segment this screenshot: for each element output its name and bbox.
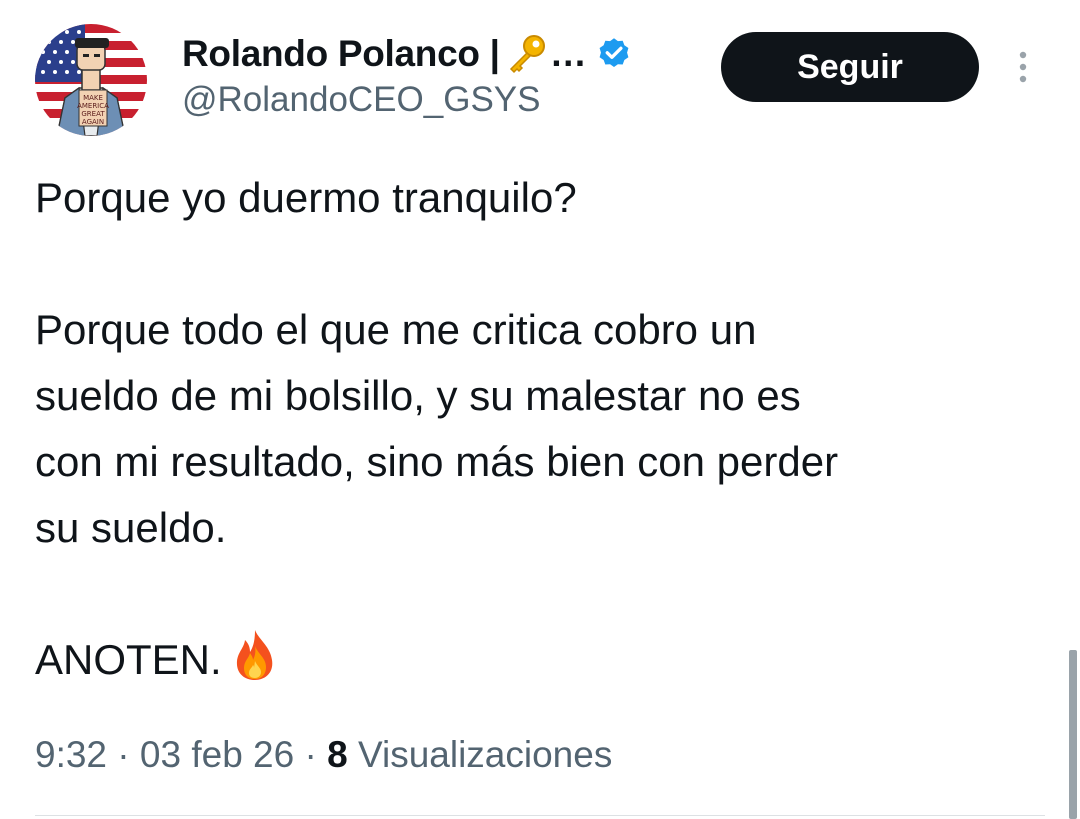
tweet-line: sueldo de mi bolsillo, y su malestar no … <box>35 372 801 419</box>
divider <box>35 815 1045 816</box>
avatar-text-make: MAKE <box>83 94 103 102</box>
follow-button[interactable]: Seguir <box>722 33 978 101</box>
tweet-date[interactable]: 03 feb 26 <box>140 734 294 775</box>
avatar-image: MAKE AMERICA GREAT AGAIN <box>35 24 147 136</box>
tweet-line-final: ANOTEN. <box>35 627 1055 693</box>
scrollbar-thumb[interactable] <box>1069 650 1077 819</box>
views-label[interactable]: Visualizaciones <box>348 734 612 775</box>
avatar-text-great: GREAT <box>81 110 105 118</box>
avatar-text-again: AGAIN <box>82 118 104 126</box>
more-options-icon[interactable] <box>1012 50 1034 86</box>
key-icon <box>506 33 548 75</box>
author-handle[interactable]: @RolandoCEO_GSYS <box>182 80 540 120</box>
tweet-line: Porque todo el que me critica cobro un <box>35 306 757 353</box>
verified-badge-icon <box>596 36 632 72</box>
tweet-line-anoten: ANOTEN. <box>35 636 222 683</box>
avatar-text-america: AMERICA <box>77 102 109 110</box>
display-name-text: Rolando Polanco | <box>182 33 500 74</box>
fire-icon <box>230 628 280 682</box>
tweet-line: con mi resultado, sino más bien con perd… <box>35 438 839 485</box>
tweet-time[interactable]: 9:32 <box>35 734 107 775</box>
tweet-line: Porque yo duermo tranquilo? <box>35 174 577 221</box>
tweet-metadata: 9:32 · 03 feb 26 · 8 Visualizaciones <box>35 734 612 776</box>
avatar[interactable]: MAKE AMERICA GREAT AGAIN <box>35 24 147 136</box>
meta-separator: · <box>107 734 140 775</box>
author-display-name[interactable]: Rolando Polanco | … <box>182 32 632 76</box>
tweet-line: su sueldo. <box>35 504 227 551</box>
tweet-text: Porque yo duermo tranquilo? Porque todo … <box>35 165 1055 693</box>
meta-separator: · <box>294 734 328 775</box>
views-count[interactable]: 8 <box>327 734 348 775</box>
name-ellipsis: … <box>549 33 587 74</box>
